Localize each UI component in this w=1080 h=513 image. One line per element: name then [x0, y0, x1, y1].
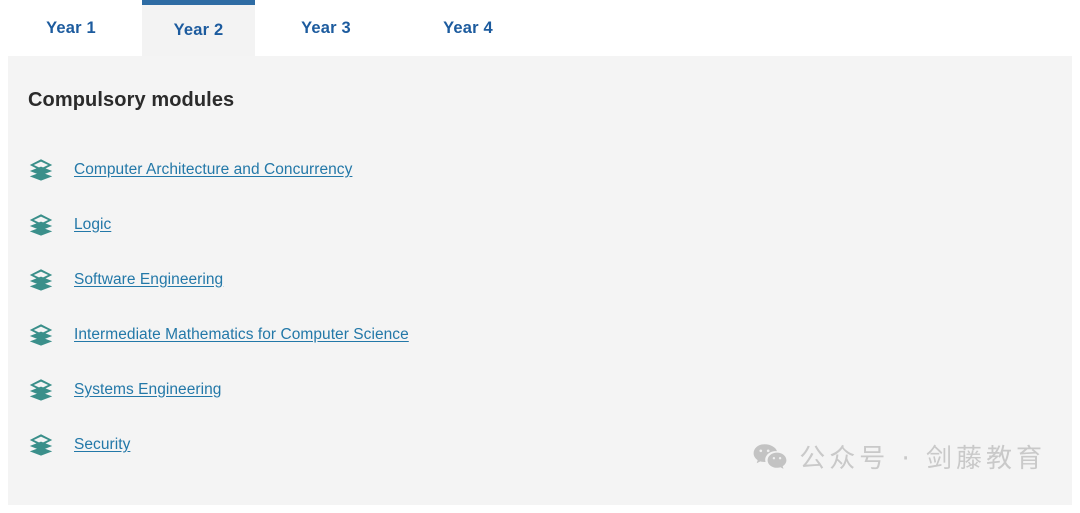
list-item[interactable]: Systems Engineering [28, 362, 1028, 417]
layers-icon [28, 432, 54, 458]
tab-year-1-label: Year 1 [46, 18, 96, 37]
tab-year-1[interactable]: Year 1 [0, 0, 142, 56]
page-root: Year 1 Year 2 Year 3 Year 4 Compulsory m… [0, 0, 1080, 513]
list-item[interactable]: Logic [28, 197, 1028, 252]
year-tab-bar: Year 1 Year 2 Year 3 Year 4 [0, 0, 1080, 56]
layers-icon [28, 157, 54, 183]
layers-icon [28, 212, 54, 238]
tab-year-2-label: Year 2 [173, 21, 224, 39]
layers-icon [28, 322, 54, 348]
list-item[interactable]: Intermediate Mathematics for Computer Sc… [28, 307, 1028, 362]
year-2-panel: Compulsory modules Computer Architecture… [8, 56, 1072, 505]
tab-year-4-label: Year 4 [443, 18, 493, 37]
module-link[interactable]: Logic [74, 216, 111, 234]
tab-year-4[interactable]: Year 4 [397, 0, 539, 56]
module-link[interactable]: Software Engineering [74, 271, 223, 289]
module-link[interactable]: Intermediate Mathematics for Computer Sc… [74, 326, 409, 344]
tab-year-2[interactable]: Year 2 [142, 0, 255, 56]
list-item[interactable]: Software Engineering [28, 252, 1028, 307]
list-item[interactable]: Security [28, 417, 1028, 472]
layers-icon [28, 377, 54, 403]
list-item[interactable]: Computer Architecture and Concurrency [28, 142, 1028, 197]
tab-year-3[interactable]: Year 3 [255, 0, 397, 56]
module-link[interactable]: Computer Architecture and Concurrency [74, 161, 352, 179]
page-title: Compulsory modules [28, 89, 235, 111]
module-link[interactable]: Security [74, 436, 130, 454]
compulsory-modules-list: Computer Architecture and Concurrency Lo… [28, 142, 1028, 472]
module-link[interactable]: Systems Engineering [74, 381, 221, 399]
tab-year-3-label: Year 3 [301, 18, 351, 37]
layers-icon [28, 267, 54, 293]
